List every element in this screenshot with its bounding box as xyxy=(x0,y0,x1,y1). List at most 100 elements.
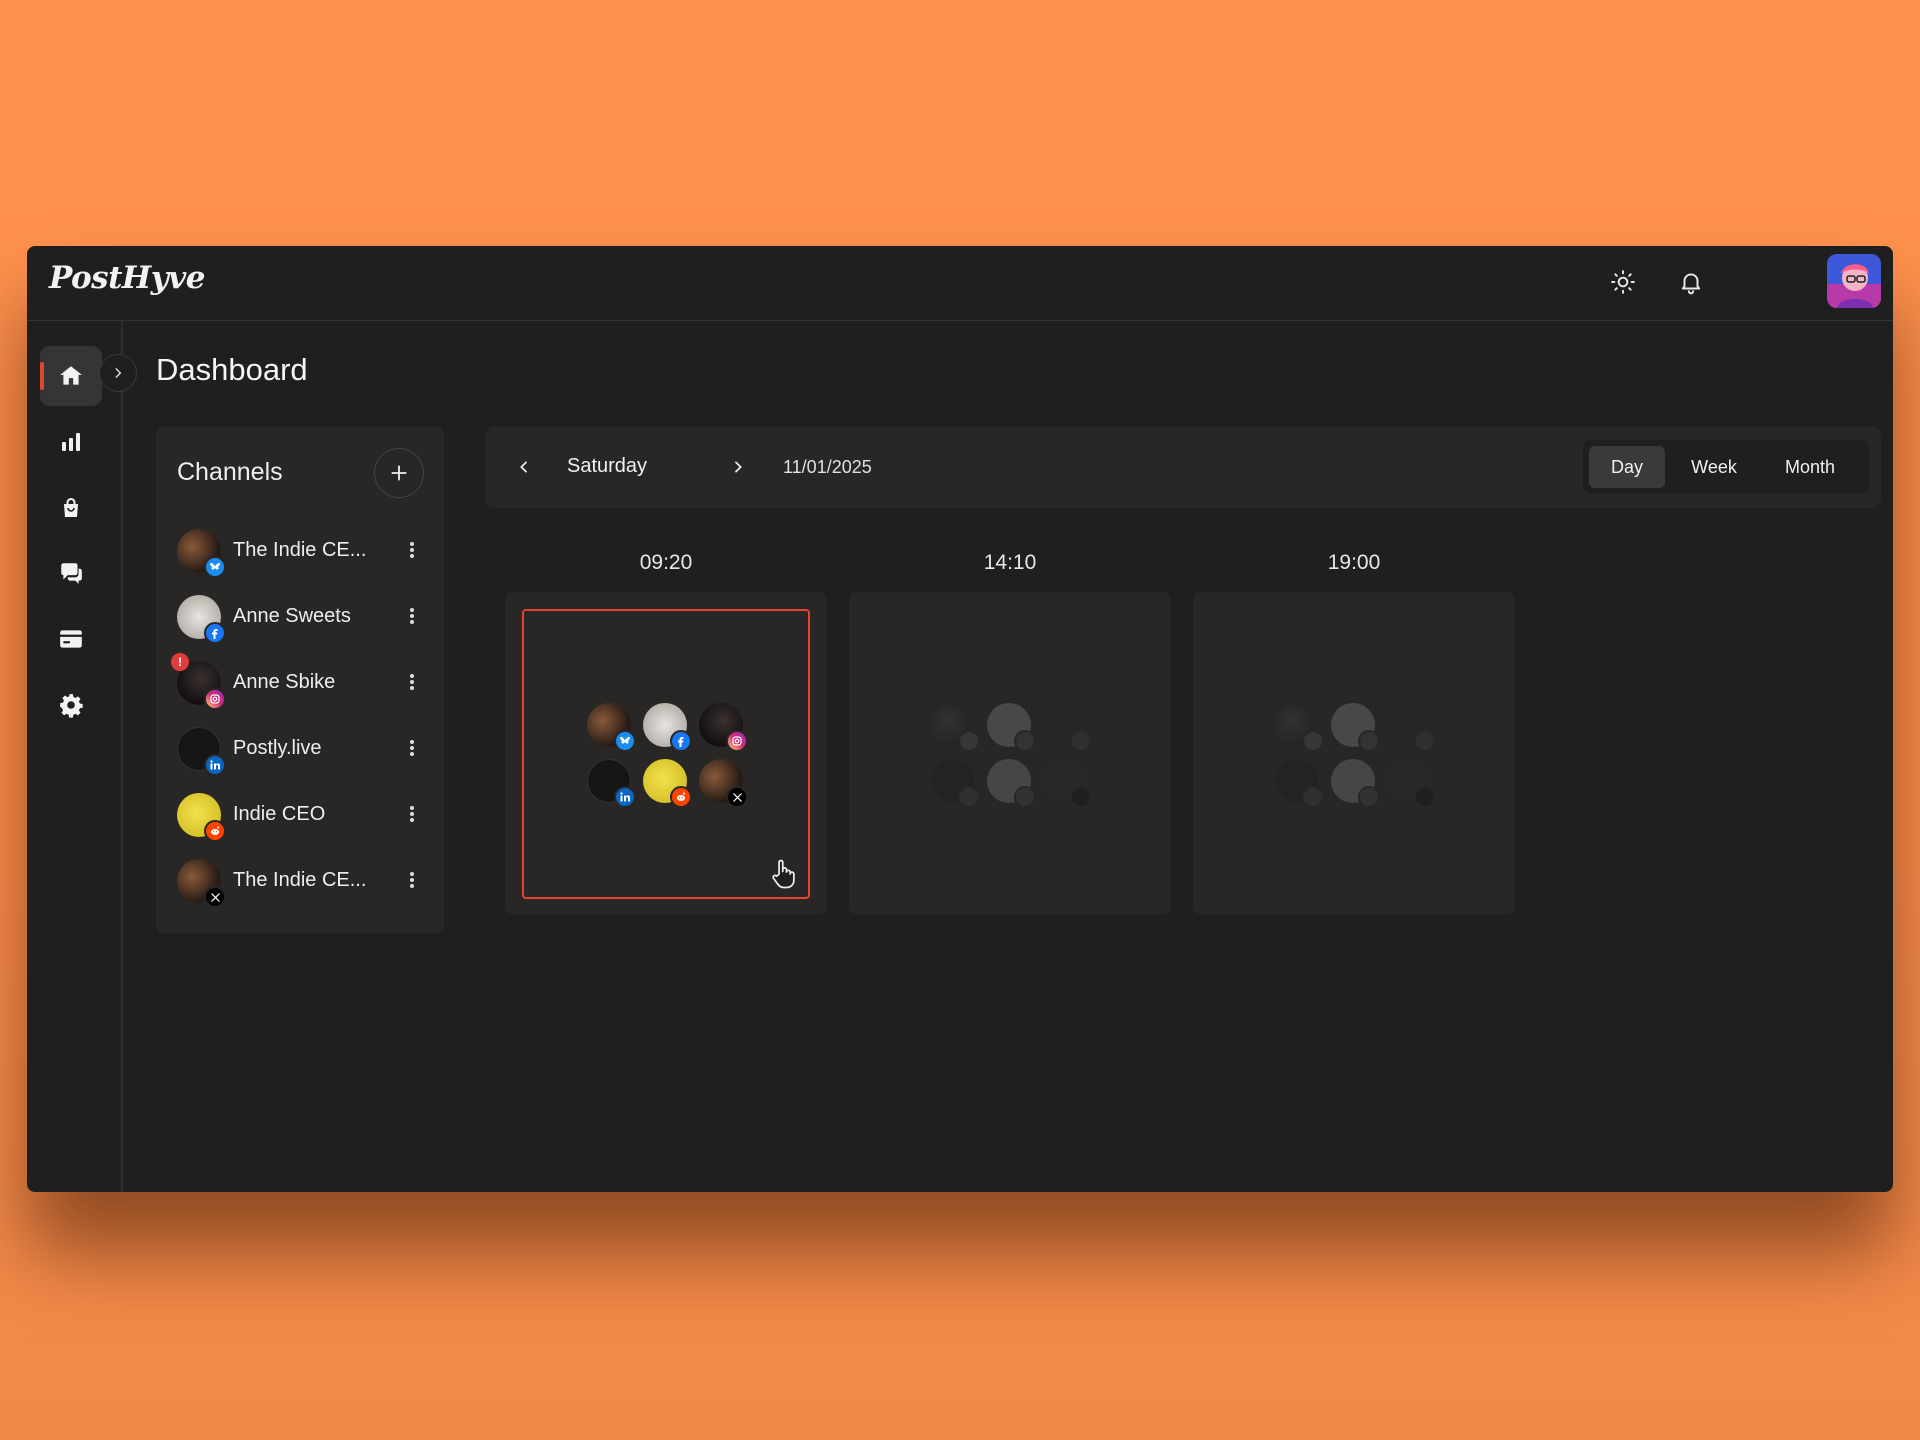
reddit-icon xyxy=(1358,786,1380,808)
slot-time: 19:00 xyxy=(1327,551,1381,574)
time-slot-card[interactable] xyxy=(1193,592,1515,914)
plus-icon xyxy=(391,465,407,481)
linkedin-icon xyxy=(958,786,980,808)
channel-item-anne-sbike[interactable]: ! Anne Sbike xyxy=(171,653,427,710)
x-icon xyxy=(204,886,226,908)
reddit-icon xyxy=(670,786,692,808)
current-day-label: Saturday xyxy=(567,455,648,477)
sidebar-item-settings[interactable] xyxy=(40,675,102,735)
bluesky-icon xyxy=(1302,730,1324,752)
avatar xyxy=(177,793,226,842)
time-slot-card[interactable] xyxy=(849,592,1171,914)
avatar xyxy=(177,859,226,908)
facebook-icon xyxy=(1014,730,1036,752)
chat-icon xyxy=(61,563,82,584)
channel-item-indie-ceo-x[interactable]: The Indie CE... xyxy=(177,855,427,908)
avatar xyxy=(587,703,636,752)
sidebar-item-analytics[interactable] xyxy=(40,412,102,472)
time-slot-card[interactable] xyxy=(505,592,827,914)
more-options-icon[interactable] xyxy=(397,667,427,697)
avatar xyxy=(643,759,692,808)
linkedin-icon xyxy=(204,754,226,776)
sidebar-item-messages[interactable] xyxy=(40,543,102,603)
avatar xyxy=(1043,759,1092,808)
instagram-icon xyxy=(1414,730,1436,752)
calendar-bar: Saturday 11/01/2025 Day Week Month xyxy=(485,426,1881,508)
reddit-icon xyxy=(204,820,226,842)
channel-item-indie-ceo-bluesky[interactable]: The Indie CE... xyxy=(177,525,427,578)
sun-icon[interactable] xyxy=(1605,264,1641,300)
linkedin-icon xyxy=(614,786,636,808)
avatar xyxy=(699,703,748,752)
channel-avatar-grid xyxy=(587,703,748,808)
sidebar xyxy=(27,321,123,1192)
add-channel-button[interactable] xyxy=(374,448,424,498)
avatar xyxy=(987,759,1036,808)
app-logo[interactable]: PostHyve xyxy=(49,260,205,296)
x-icon xyxy=(726,786,748,808)
slot-time: 09:20 xyxy=(639,551,693,574)
instagram-icon xyxy=(1070,730,1092,752)
avatar xyxy=(1331,759,1380,808)
channel-avatar-grid xyxy=(931,703,1092,808)
chevron-right-icon xyxy=(115,368,122,378)
avatar xyxy=(643,703,692,752)
credit-card-icon xyxy=(60,630,82,648)
avatar xyxy=(1275,703,1324,752)
channel-name: Indie CEO xyxy=(233,803,326,825)
sidebar-item-billing[interactable] xyxy=(40,609,102,669)
shopping-bag-icon xyxy=(64,498,78,517)
chevron-left-icon xyxy=(520,461,527,473)
avatar xyxy=(699,759,748,808)
bell-icon[interactable] xyxy=(1673,264,1709,300)
avatar xyxy=(1387,703,1436,752)
bluesky-icon xyxy=(958,730,980,752)
channels-panel: Channels The Indie CE... Anne Sweets ! A… xyxy=(156,426,444,934)
more-options-icon[interactable] xyxy=(397,601,427,631)
channel-name: The Indie CE... xyxy=(233,539,367,561)
channel-name: Anne Sbike xyxy=(233,671,336,693)
instagram-icon xyxy=(726,730,748,752)
user-avatar[interactable] xyxy=(1827,254,1881,308)
more-options-icon[interactable] xyxy=(397,799,427,829)
channel-name: The Indie CE... xyxy=(233,869,367,891)
channel-name: Anne Sweets xyxy=(233,605,351,627)
avatar xyxy=(177,595,226,644)
bluesky-icon xyxy=(614,730,636,752)
channels-title: Channels xyxy=(177,458,283,486)
view-day-button[interactable]: Day xyxy=(1589,446,1665,488)
view-toggle: Day Week Month xyxy=(1583,440,1869,494)
next-day-button[interactable] xyxy=(721,450,755,484)
channel-item-postly-live[interactable]: Postly.live xyxy=(177,723,427,776)
hand-pointer-icon xyxy=(772,859,795,889)
more-options-icon[interactable] xyxy=(397,733,427,763)
previous-day-button[interactable] xyxy=(507,450,541,484)
facebook-icon xyxy=(204,622,226,644)
more-options-icon[interactable] xyxy=(397,865,427,895)
sidebar-toggle-button[interactable] xyxy=(99,354,137,392)
sidebar-item-home[interactable] xyxy=(40,346,102,406)
avatar xyxy=(1331,703,1380,752)
bluesky-icon xyxy=(204,556,226,578)
home-icon xyxy=(60,366,82,385)
chevron-right-icon xyxy=(735,461,742,473)
avatar xyxy=(987,703,1036,752)
avatar xyxy=(1387,759,1436,808)
avatar xyxy=(587,759,636,808)
sidebar-item-shop[interactable] xyxy=(40,478,102,538)
current-date-label[interactable]: 11/01/2025 xyxy=(783,457,872,478)
facebook-icon xyxy=(1358,730,1380,752)
more-options-icon[interactable] xyxy=(397,535,427,565)
avatar xyxy=(1275,759,1324,808)
app-window: PostHyve Dashboard Channels The Indie CE… xyxy=(27,246,1893,1192)
gear-icon xyxy=(60,694,83,718)
channel-item-anne-sweets[interactable]: Anne Sweets xyxy=(177,591,427,644)
instagram-icon xyxy=(204,688,226,710)
view-month-button[interactable]: Month xyxy=(1763,446,1857,488)
bar-chart-icon xyxy=(62,433,80,451)
channel-item-indie-ceo-reddit[interactable]: Indie CEO xyxy=(177,789,427,842)
slot-time: 14:10 xyxy=(983,551,1037,574)
view-week-button[interactable]: Week xyxy=(1673,446,1755,488)
reddit-icon xyxy=(1014,786,1036,808)
page-title: Dashboard xyxy=(156,352,308,387)
